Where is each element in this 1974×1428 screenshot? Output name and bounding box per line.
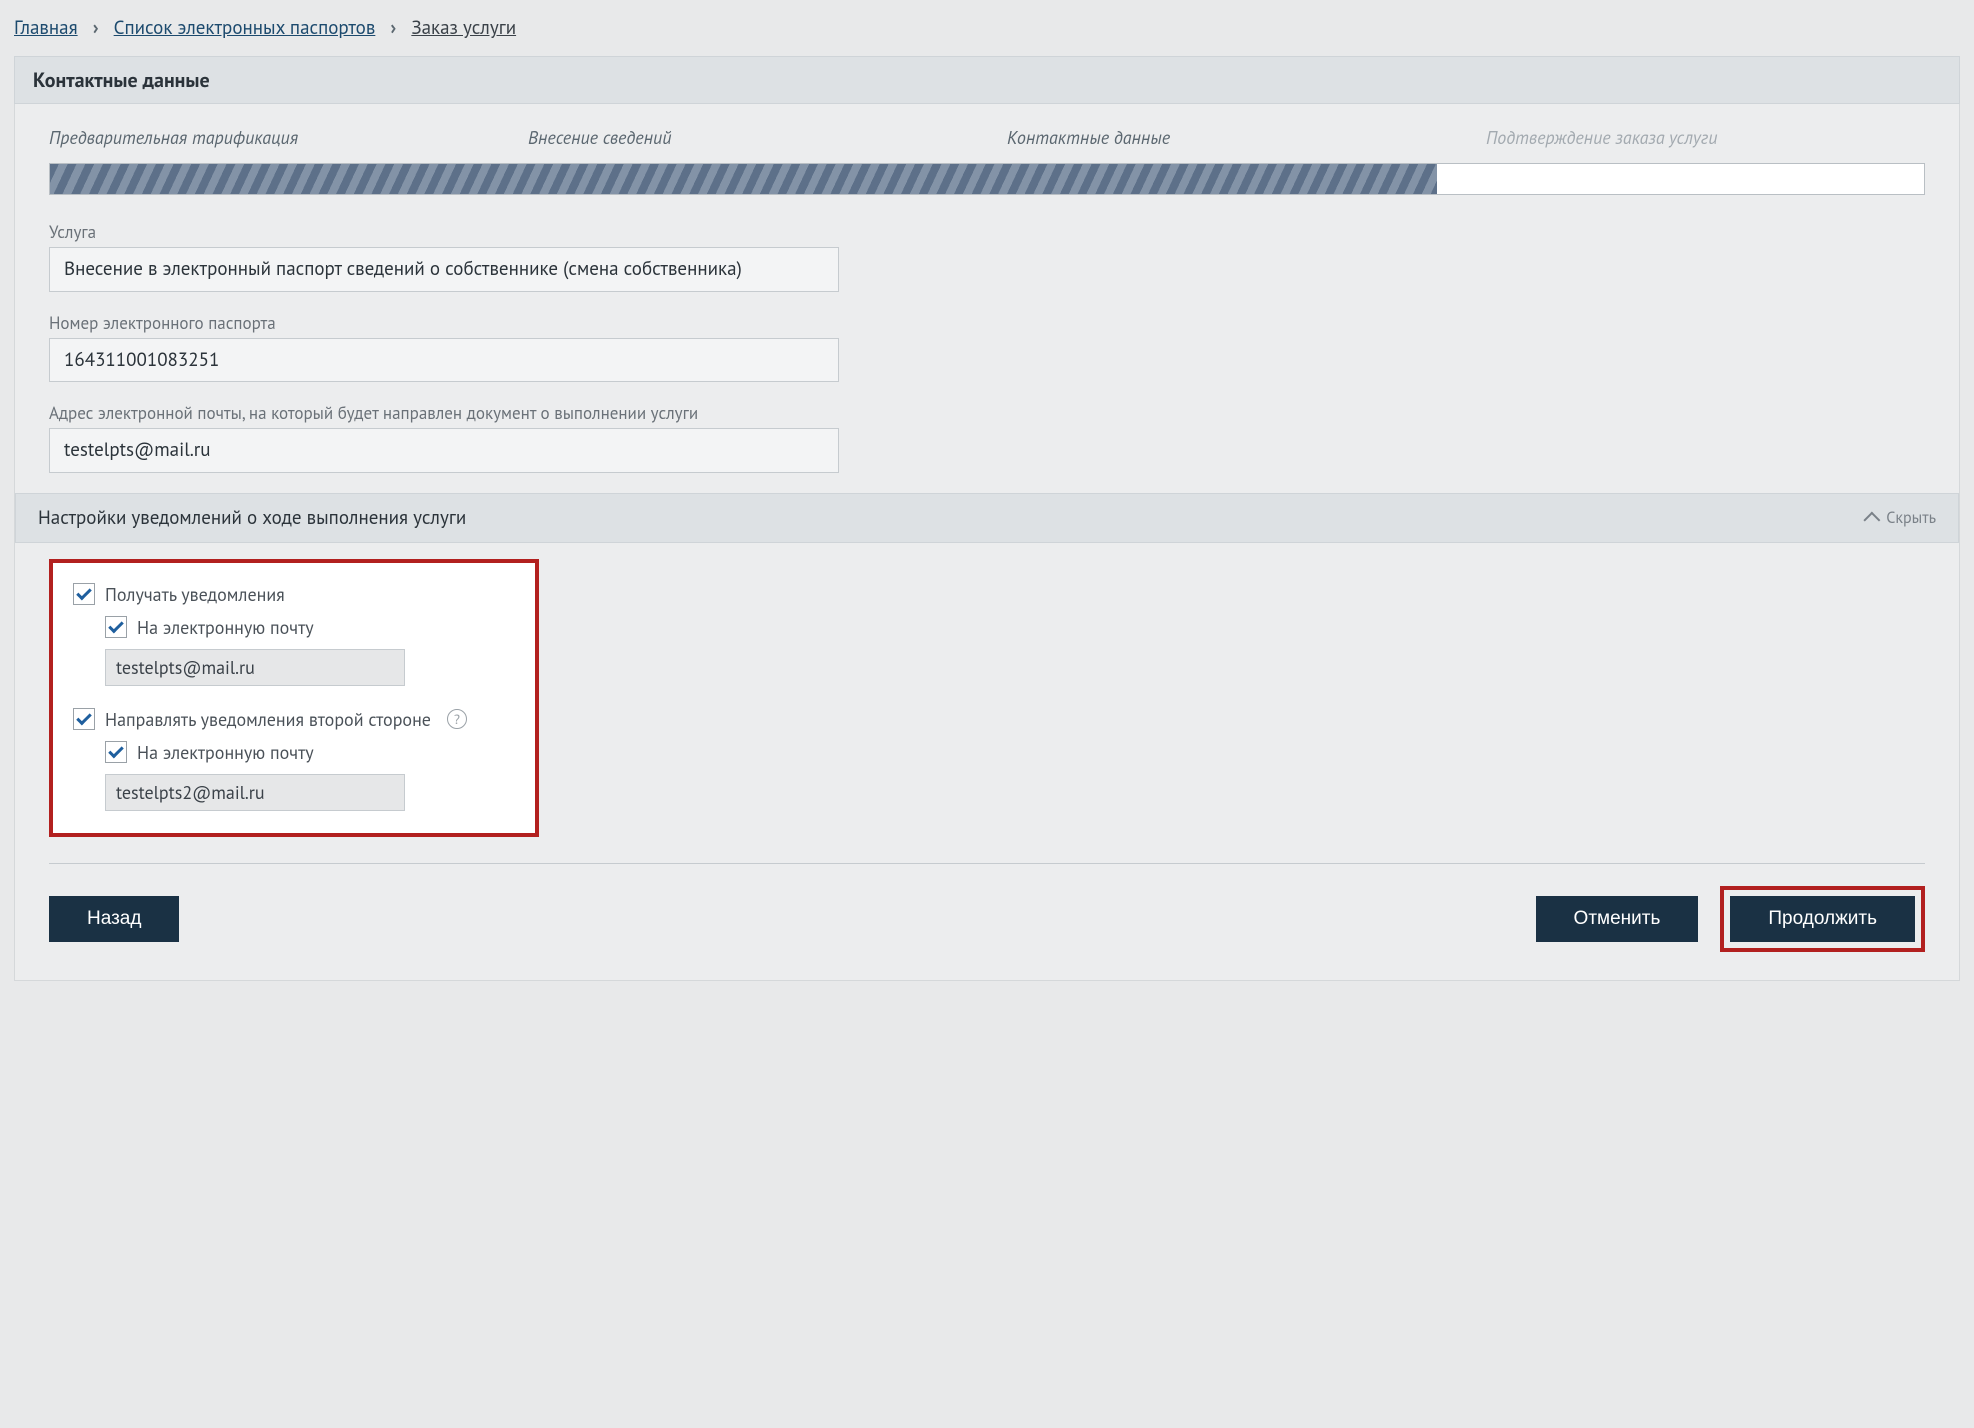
notification-email-2[interactable]: testelpts2@mail.ru [105,774,405,811]
breadcrumb-current: Заказ услуги [411,16,516,40]
notifications-header[interactable]: Настройки уведомлений о ходе выполнения … [15,493,1959,543]
breadcrumb: Главная › Список электронных паспортов ›… [14,10,1960,56]
passport-label: Номер электронного паспорта [49,312,1925,334]
cancel-button[interactable]: Отменить [1536,896,1699,942]
check-icon [76,710,92,726]
email-label: Адрес электронной почты, на который буде… [49,402,1925,424]
passport-value: 164311001083251 [49,338,839,383]
checkbox-by-email-2-label: На электронную почту [137,741,314,764]
wizard-steps: Предварительная тарификация Внесение све… [49,126,1925,149]
progress-fill [50,164,1437,194]
wizard-step-1: Предварительная тарификация [49,126,488,149]
continue-button[interactable]: Продолжить [1730,896,1915,942]
service-label: Услуга [49,221,1925,243]
progress-bar [49,163,1925,195]
breadcrumb-home[interactable]: Главная [14,16,78,40]
checkbox-receive[interactable] [73,583,95,605]
checkbox-by-email-1[interactable] [105,616,127,638]
checkbox-second-party[interactable] [73,708,95,730]
check-icon [108,618,124,634]
section-title: Контактные данные [14,56,1960,104]
chevron-right-icon: › [93,16,99,40]
checkbox-by-email-2[interactable] [105,741,127,763]
breadcrumb-list[interactable]: Список электронных паспортов [114,16,376,40]
wizard-step-3: Контактные данные [1007,126,1446,149]
wizard-step-4: Подтверждение заказа услуги [1486,126,1925,149]
checkbox-receive-label: Получать уведомления [105,583,285,606]
main-panel: Предварительная тарификация Внесение све… [14,104,1960,981]
check-icon [76,585,92,601]
help-icon[interactable]: ? [447,709,467,729]
notifications-highlight: Получать уведомления На электронную почт… [49,559,539,837]
chevron-up-icon [1864,511,1881,528]
wizard-step-2: Внесение сведений [528,126,967,149]
chevron-right-icon: › [390,16,396,40]
email-value: testelpts@mail.ru [49,428,839,473]
checkbox-by-email-1-label: На электронную почту [137,616,314,639]
notifications-title: Настройки уведомлений о ходе выполнения … [38,506,466,530]
service-value: Внесение в электронный паспорт сведений … [49,247,839,292]
checkbox-second-party-label: Направлять уведомления второй стороне [105,708,431,731]
back-button[interactable]: Назад [49,896,179,942]
continue-highlight: Продолжить [1720,886,1925,952]
check-icon [108,743,124,759]
collapse-toggle[interactable]: Скрыть [1868,508,1936,528]
divider [49,863,1925,864]
action-bar: Назад Отменить Продолжить [49,886,1925,952]
notification-email-1[interactable]: testelpts@mail.ru [105,649,405,686]
collapse-label: Скрыть [1886,508,1936,528]
